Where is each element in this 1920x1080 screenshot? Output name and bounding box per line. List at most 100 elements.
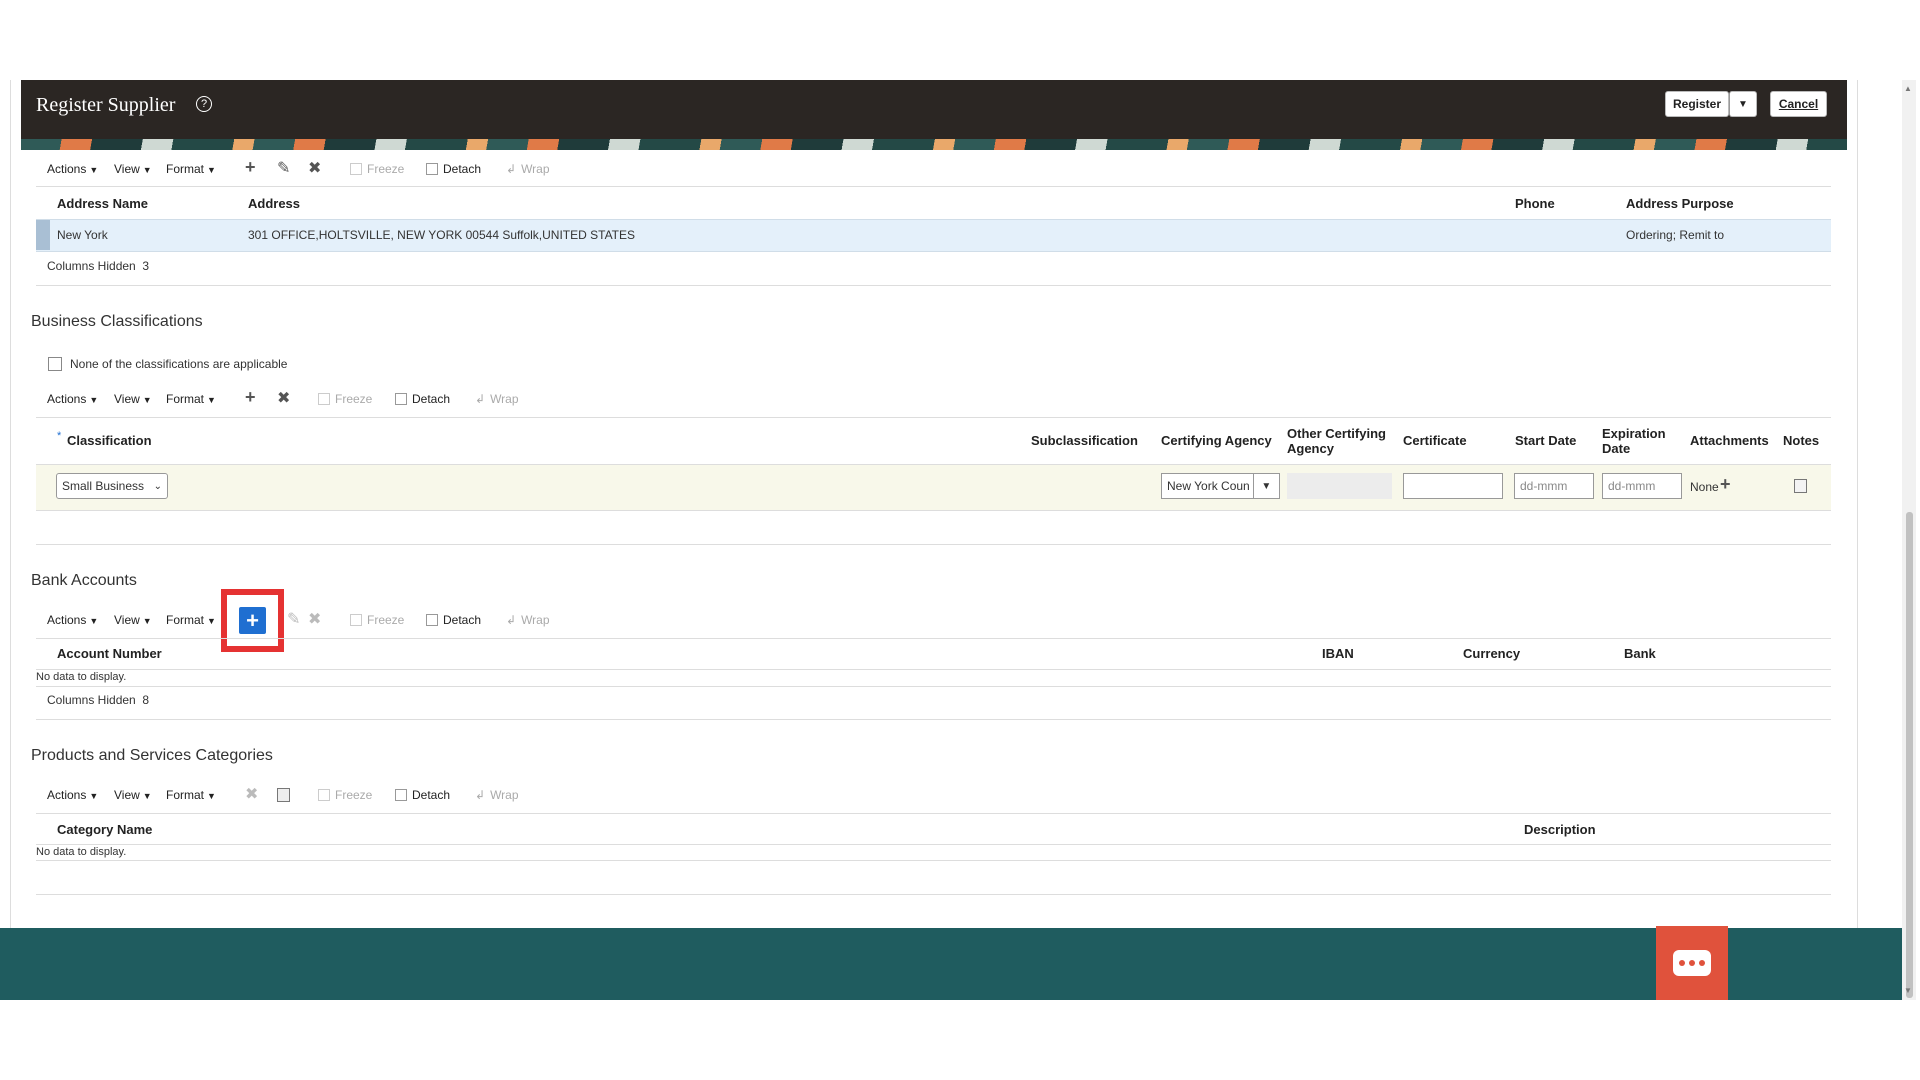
pencil-icon[interactable]: ✎ (277, 158, 290, 178)
table-divider (36, 686, 1831, 687)
certificate-input[interactable] (1403, 473, 1503, 499)
start-date-input[interactable]: dd-mmm (1514, 473, 1594, 499)
column-header-address-purpose[interactable]: Address Purpose (1626, 196, 1734, 211)
addresses-detach-button[interactable]: Detach (426, 162, 481, 176)
products-wrap-button[interactable]: ↲ Wrap (475, 788, 519, 802)
scroll-down-arrow[interactable]: ▼ (1904, 986, 1912, 995)
pencil-icon[interactable]: ✎ (287, 609, 300, 629)
chat-button[interactable] (1656, 926, 1728, 1000)
bank-accounts-format-menu[interactable]: Format ▼ (166, 613, 216, 627)
delete-icon[interactable]: ✖ (308, 158, 321, 178)
addresses-columns-hidden[interactable]: Columns Hidden 3 (47, 259, 149, 273)
none-applicable-label: None of the classifications are applicab… (70, 357, 288, 371)
column-header-notes[interactable]: Notes (1783, 433, 1819, 448)
add-bank-account-button[interactable]: + (239, 607, 266, 634)
bank-accounts-view-menu[interactable]: View ▼ (114, 613, 152, 627)
required-marker: * (57, 430, 62, 442)
table-divider (36, 813, 1831, 814)
products-no-data: No data to display. (36, 846, 127, 858)
column-header-expiration-date[interactable]: Expiration Date (1602, 426, 1682, 456)
column-header-certifying-agency[interactable]: Certifying Agency (1161, 433, 1272, 448)
page-footer (0, 928, 1902, 1000)
column-header-classification[interactable]: Classification (67, 433, 152, 448)
help-icon[interactable]: ? (196, 96, 212, 112)
add-icon: + (246, 607, 259, 633)
addresses-wrap-button[interactable]: ↲ Wrap (506, 162, 550, 176)
section-divider (36, 544, 1831, 545)
products-format-menu[interactable]: Format ▼ (166, 788, 216, 802)
bank-accounts-freeze-button[interactable]: Freeze (350, 613, 404, 627)
bank-accounts-columns-hidden[interactable]: Columns Hidden 8 (47, 693, 149, 707)
addresses-view-menu[interactable]: View ▼ (114, 162, 152, 176)
table-divider (36, 860, 1831, 861)
add-attachment-icon[interactable]: + (1720, 474, 1731, 495)
classifications-actions-menu[interactable]: Actions ▼ (47, 392, 98, 406)
column-header-account-number[interactable]: Account Number (57, 646, 162, 661)
classifications-view-menu[interactable]: View ▼ (114, 392, 152, 406)
products-actions-menu[interactable]: Actions ▼ (47, 788, 98, 802)
add-icon[interactable]: + (245, 387, 256, 408)
section-divider (36, 719, 1831, 720)
column-header-address-name[interactable]: Address Name (57, 196, 148, 211)
column-header-address[interactable]: Address (248, 196, 300, 211)
none-applicable-checkbox[interactable] (48, 357, 62, 371)
bank-accounts-no-data: No data to display. (36, 671, 127, 683)
classifications-wrap-button[interactable]: ↲ Wrap (475, 392, 519, 406)
delete-icon[interactable]: ✖ (277, 388, 290, 408)
page-right-border (1857, 80, 1858, 928)
business-classifications-title: Business Classifications (31, 313, 203, 330)
column-header-other-certifying-agency[interactable]: Other Certifying Agency (1287, 426, 1397, 456)
register-button[interactable]: Register (1665, 91, 1729, 117)
scroll-up-arrow[interactable]: ▲ (1904, 84, 1912, 93)
classifications-format-menu[interactable]: Format ▼ (166, 392, 216, 406)
certifying-agency-select[interactable]: New York Coun ▼ (1161, 473, 1280, 499)
scrollbar-thumb[interactable] (1906, 512, 1913, 998)
column-header-iban[interactable]: IBAN (1322, 646, 1354, 661)
column-header-phone[interactable]: Phone (1515, 196, 1555, 211)
table-divider (36, 638, 1831, 639)
products-services-title: Products and Services Categories (31, 747, 273, 764)
products-freeze-button[interactable]: Freeze (318, 788, 372, 802)
products-detach-button[interactable]: Detach (395, 788, 450, 802)
row-selector[interactable] (36, 220, 50, 250)
table-divider (36, 844, 1831, 845)
address-name-cell: New York (57, 228, 108, 242)
attachments-value: None (1690, 480, 1719, 494)
bank-accounts-title: Bank Accounts (31, 572, 137, 589)
add-icon[interactable]: + (245, 157, 256, 178)
addresses-freeze-button[interactable]: Freeze (350, 162, 404, 176)
column-header-certificate[interactable]: Certificate (1403, 433, 1467, 448)
bank-accounts-actions-menu[interactable]: Actions ▼ (47, 613, 98, 627)
table-divider (36, 669, 1831, 670)
products-view-menu[interactable]: View ▼ (114, 788, 152, 802)
column-header-currency[interactable]: Currency (1463, 646, 1520, 661)
section-divider (36, 285, 1831, 286)
column-header-subclassification[interactable]: Subclassification (1031, 433, 1138, 448)
bank-accounts-detach-button[interactable]: Detach (426, 613, 481, 627)
chevron-down-icon[interactable]: ▼ (1252, 474, 1279, 498)
column-header-category-name[interactable]: Category Name (57, 822, 152, 837)
column-header-description[interactable]: Description (1524, 822, 1596, 837)
section-divider (36, 894, 1831, 895)
page-header (21, 80, 1847, 139)
address-purpose-cell: Ordering; Remit to (1626, 228, 1725, 242)
classifications-detach-button[interactable]: Detach (395, 392, 450, 406)
delete-icon[interactable]: ✖ (245, 784, 258, 804)
classification-select[interactable]: Small Business ⌄ (56, 473, 168, 499)
select-and-add-icon[interactable] (277, 788, 290, 802)
column-header-start-date[interactable]: Start Date (1515, 433, 1576, 448)
column-header-bank[interactable]: Bank (1624, 646, 1656, 661)
page-title: Register Supplier (36, 94, 176, 116)
page-left-border (10, 80, 11, 928)
table-divider (36, 186, 1831, 187)
addresses-format-menu[interactable]: Format ▼ (166, 162, 216, 176)
cancel-button[interactable]: Cancel (1770, 91, 1827, 117)
column-header-attachments[interactable]: Attachments (1690, 433, 1769, 448)
expiration-date-input[interactable]: dd-mmm (1602, 473, 1682, 499)
bank-accounts-wrap-button[interactable]: ↲ Wrap (506, 613, 550, 627)
classifications-freeze-button[interactable]: Freeze (318, 392, 372, 406)
register-dropdown-button[interactable]: ▼ (1729, 91, 1757, 117)
notes-icon[interactable] (1794, 479, 1807, 493)
addresses-actions-menu[interactable]: Actions ▼ (47, 162, 98, 176)
delete-icon[interactable]: ✖ (308, 609, 321, 629)
